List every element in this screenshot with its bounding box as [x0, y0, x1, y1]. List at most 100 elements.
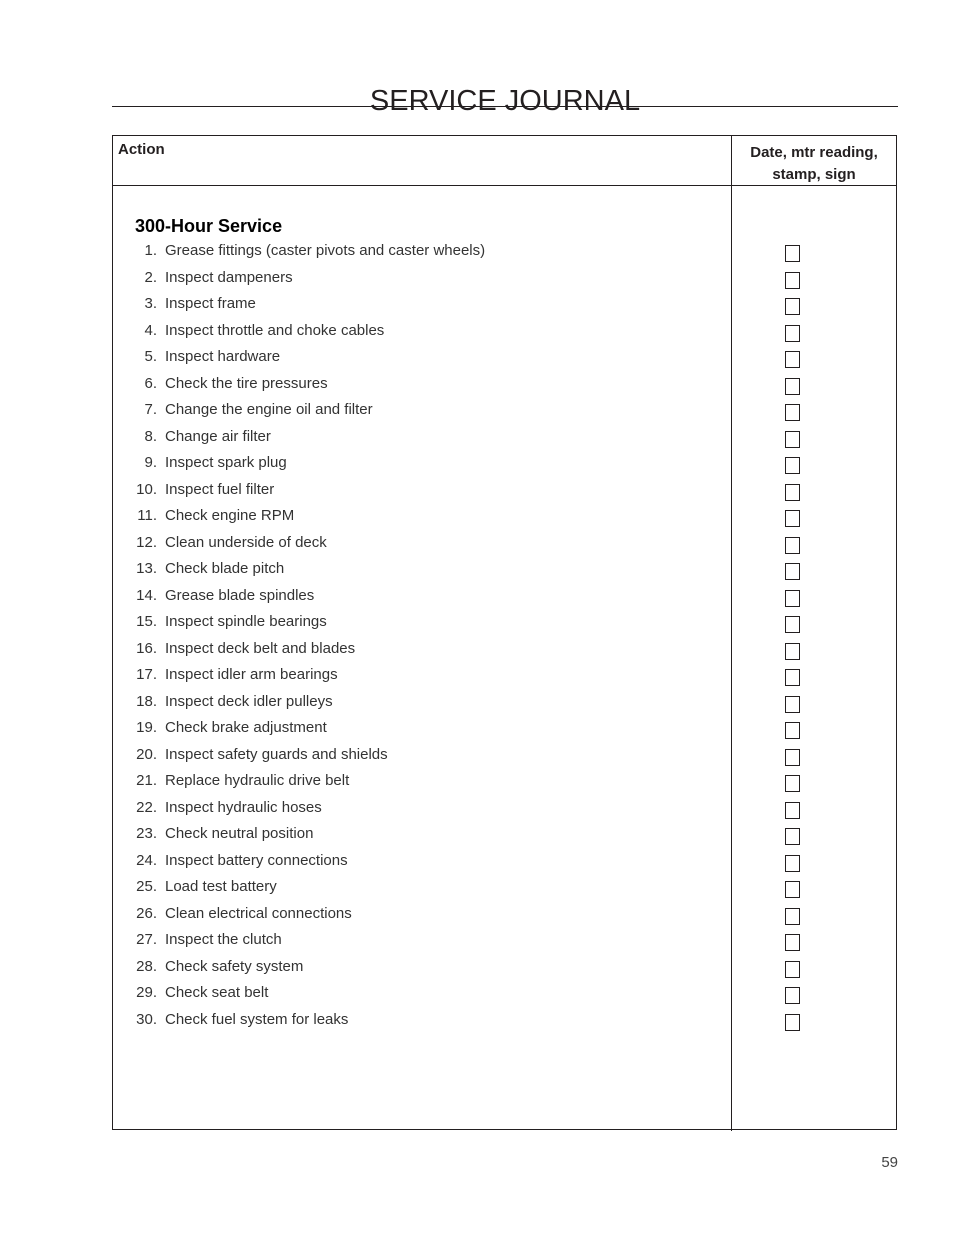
item-text: Load test battery [165, 878, 277, 895]
list-item: 10. Inspect fuel filter [113, 479, 731, 506]
list-item: 13. Check blade pitch [113, 558, 731, 585]
item-text: Replace hydraulic drive belt [165, 772, 350, 789]
checkbox[interactable] [785, 536, 800, 554]
list-item: 28. Check safety system [113, 956, 731, 983]
checkbox[interactable] [785, 907, 800, 925]
checkbox[interactable] [785, 510, 800, 527]
list-item: 9. Inspect spark plug [113, 452, 731, 479]
list-item: 11. Check engine RPM [113, 505, 731, 532]
list-item: 27. Inspect the clutch [113, 929, 731, 956]
checkbox[interactable] [785, 775, 800, 792]
item-text: Check seat belt [165, 984, 269, 1001]
item-text: Check brake adjustment [165, 719, 327, 736]
item-number: 17. [136, 666, 157, 683]
item-number: 21. [136, 772, 157, 789]
checkbox[interactable] [785, 351, 800, 368]
item-number: 5. [144, 348, 157, 365]
item-text: Inspect safety guards and shields [165, 745, 388, 763]
checkbox[interactable] [785, 987, 800, 1004]
list-item: 1. Grease fittings (caster pivots and cas… [113, 240, 731, 267]
list-item: 15. Inspect spindle bearings [113, 611, 731, 638]
checkbox[interactable] [785, 801, 800, 819]
item-number: 15. [136, 613, 157, 630]
item-number: 13. [136, 560, 157, 577]
item-number: 12. [136, 533, 157, 551]
checkbox[interactable] [785, 881, 800, 898]
checkbox[interactable] [785, 934, 800, 951]
list-item: 24. Inspect battery connections [113, 850, 731, 877]
checkbox[interactable] [785, 245, 800, 262]
item-number: 2. [144, 268, 157, 286]
item-number: 18. [136, 692, 157, 710]
list-item: 23. Check neutral position [113, 823, 731, 850]
checkbox[interactable] [785, 854, 800, 872]
list-item: 21. Replace hydraulic drive belt [113, 770, 731, 797]
list-item: 25. Load test battery [113, 876, 731, 903]
checkbox[interactable] [785, 1013, 800, 1031]
item-text: Inspect hardware [165, 348, 281, 365]
item-number: 23. [136, 825, 157, 842]
item-number: 4. [144, 321, 157, 339]
item-text: Clean electrical connections [165, 904, 352, 922]
item-number: 9. [144, 454, 157, 471]
checkbox[interactable] [785, 377, 800, 395]
item-text: Inspect idler arm bearings [165, 666, 338, 683]
checkbox[interactable] [785, 695, 800, 713]
item-text: Inspect spark plug [165, 454, 287, 471]
checkbox[interactable] [785, 669, 800, 686]
checkbox-column [785, 245, 800, 1040]
header-date-stamp-sign: Date, mtr reading, stamp, sign [732, 142, 896, 186]
item-number: 20. [136, 745, 157, 763]
list-item: 14. Grease blade spindles [113, 585, 731, 612]
item-text: Check engine RPM [165, 507, 295, 524]
service-journal-table: Action Date, mtr reading, stamp, sign 30… [112, 135, 897, 1131]
item-number: 22. [136, 798, 157, 816]
checkbox[interactable] [785, 271, 800, 289]
item-text: Inspect the clutch [165, 931, 282, 948]
item-text: Inspect throttle and choke cables [165, 321, 385, 339]
item-number: 30. [136, 1010, 157, 1028]
checkbox[interactable] [785, 430, 800, 448]
column-divider [731, 136, 732, 1131]
list-item: 2. Inspect dampeners [113, 267, 731, 294]
list-item: 29. Check seat belt [113, 982, 731, 1009]
checkbox[interactable] [785, 324, 800, 342]
item-number: 19. [136, 719, 157, 736]
checkbox[interactable] [785, 722, 800, 739]
list-item: 6. Check the tire pressures [113, 373, 731, 400]
header-date-line1: Date, mtr reading, [750, 144, 878, 161]
item-text: Inspect frame [165, 295, 256, 312]
list-item: 4. Inspect throttle and choke cables [113, 320, 731, 347]
item-number: 1. [144, 242, 157, 259]
checkbox[interactable] [785, 483, 800, 501]
item-number: 29. [136, 984, 157, 1001]
item-number: 28. [136, 957, 157, 975]
item-text: Inspect dampeners [165, 268, 293, 286]
item-text: Check blade pitch [165, 560, 285, 577]
page-title: SERVICE JOURNAL [369, 85, 641, 118]
list-item: 16. Inspect deck belt and blades [113, 638, 731, 665]
list-item: 8. Change air filter [113, 426, 731, 453]
item-text: Check safety system [165, 957, 304, 975]
item-number: 25. [136, 878, 157, 895]
item-number: 6. [144, 374, 157, 392]
checkbox[interactable] [785, 404, 800, 421]
item-number: 3. [144, 295, 157, 312]
item-text: Inspect deck belt and blades [165, 639, 356, 657]
checkbox[interactable] [785, 616, 800, 633]
checkbox[interactable] [785, 642, 800, 660]
list-item: 12. Clean underside of deck [113, 532, 731, 559]
checkbox[interactable] [785, 298, 800, 315]
checkbox[interactable] [785, 748, 800, 766]
list-item: 19. Check brake adjustment [113, 717, 731, 744]
checkbox[interactable] [785, 589, 800, 607]
item-number: 10. [136, 480, 157, 498]
list-item: 22. Inspect hydraulic hoses [113, 797, 731, 824]
checkbox[interactable] [785, 563, 800, 580]
checkbox[interactable] [785, 960, 800, 978]
list-item: 7. Change the engine oil and filter [113, 399, 731, 426]
checkbox[interactable] [785, 457, 800, 474]
list-item: 3. Inspect frame [113, 293, 731, 320]
item-text: Check fuel system for leaks [165, 1010, 349, 1028]
checkbox[interactable] [785, 828, 800, 845]
